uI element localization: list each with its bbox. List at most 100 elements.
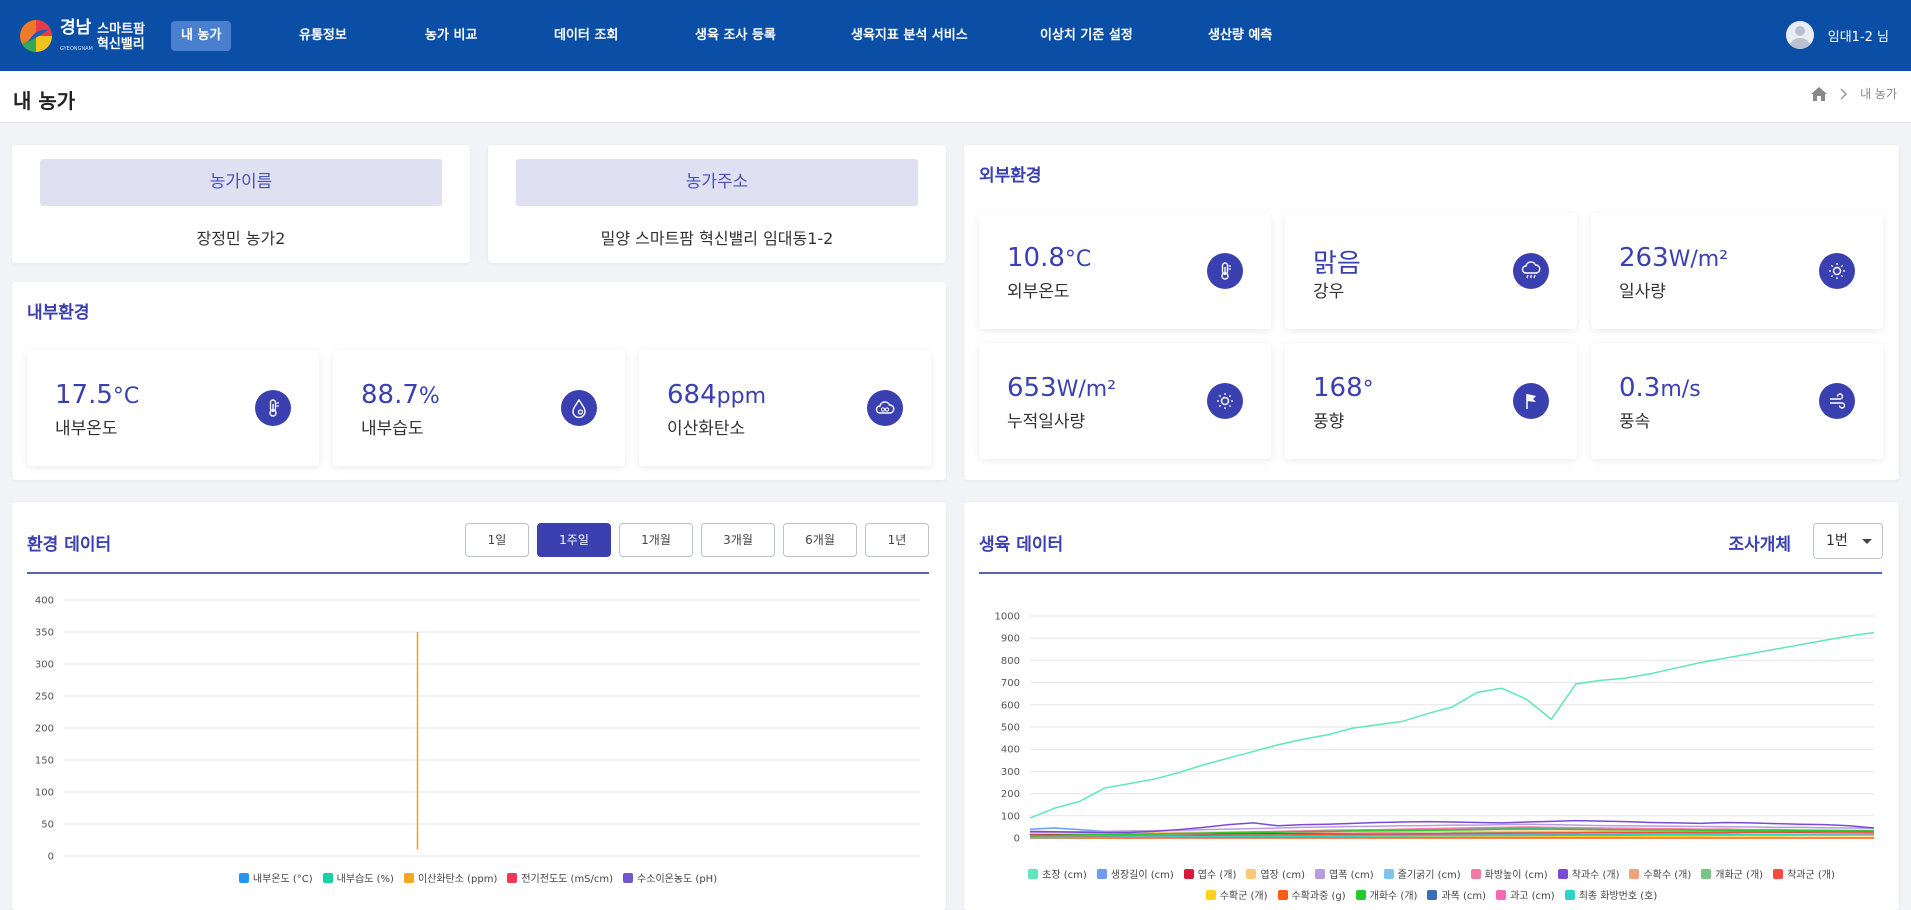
stat-label: 이산화탄소	[667, 419, 746, 439]
user-name[interactable]: 임대1-2 님	[1828, 26, 1889, 45]
y-tick-label: 900	[1001, 634, 1020, 645]
growth-chart-legend: 초장 (cm) 생장길이 (cm) 엽수 (개) 엽장 (cm) 엽폭 (cm) 줄기굵기…	[1004, 866, 1859, 902]
legend-item[interactable]: 수소이온농도 (pH)	[623, 870, 717, 885]
growth-chart-panel: 생육 데이터 조사개체 1번 0 100 200 300 400 500 600 700 800…	[964, 502, 1899, 910]
legend-swatch	[1496, 889, 1507, 900]
stat-value: 168°	[1313, 373, 1374, 403]
stat-label: 일사량	[1619, 282, 1666, 302]
brand-line1: 경남	[60, 18, 92, 38]
legend-item[interactable]: 최종 화방번호 (호)	[1564, 887, 1657, 902]
legend-swatch	[1427, 889, 1438, 900]
wind-flag-icon	[1513, 383, 1549, 419]
stat-value: 10.8°C	[1007, 243, 1092, 273]
legend-item[interactable]: 줄기굵기 (cm)	[1383, 866, 1461, 881]
nav-my-farm[interactable]: 내 농가	[171, 21, 232, 51]
brand-emblem-icon	[20, 20, 52, 53]
nav-outlier-settings[interactable]: 이상치 기준 설정	[1030, 21, 1143, 51]
legend-item[interactable]: 전기전도도 (mS/cm)	[507, 870, 613, 885]
avatar[interactable]	[1785, 21, 1814, 49]
nav-yield-forecast[interactable]: 생산량 예측	[1198, 21, 1282, 51]
legend-label: 수확군 (개)	[1219, 891, 1268, 902]
sun-icon	[1819, 253, 1855, 289]
range-1week-button[interactable]: 1주일	[537, 523, 611, 557]
thermometer-icon	[1207, 253, 1243, 289]
internal-environment-panel: 내부환경 17.5°C 내부온도 88.7% 내부습도 684ppm 이산화탄소	[12, 282, 946, 480]
rain-cloud-icon	[1513, 253, 1549, 289]
legend-item[interactable]: 개화군 (개)	[1701, 866, 1763, 881]
stat-external-temp: 10.8°C 외부온도	[979, 213, 1271, 329]
legend-item[interactable]: 엽수 (개)	[1183, 866, 1236, 881]
legend-label: 생장길이 (cm)	[1110, 870, 1174, 881]
stat-value: 0.3m/s	[1619, 373, 1701, 403]
brand-text: 경남 스마트팜 GYEONGNAM 혁신밸리	[60, 18, 146, 53]
legend-item[interactable]: 개화수 (개)	[1355, 887, 1417, 902]
cloud-co2-icon	[867, 390, 903, 426]
subject-select[interactable]: 1번	[1813, 523, 1883, 559]
humidity-drop-icon	[561, 390, 597, 426]
farm-name-card: 농가이름 장정민 농가2	[12, 145, 470, 263]
legend-swatch	[238, 872, 249, 883]
legend-label: 화방높이 (cm)	[1484, 870, 1548, 881]
range-3month-button[interactable]: 3개월	[701, 523, 775, 557]
legend-swatch	[1096, 868, 1107, 879]
range-6month-button[interactable]: 6개월	[783, 523, 857, 557]
y-tick-label: 100	[1001, 811, 1020, 822]
legend-item[interactable]: 초장 (cm)	[1028, 866, 1087, 881]
legend-item[interactable]: 과폭 (cm)	[1427, 887, 1486, 902]
legend-item[interactable]: 화방높이 (cm)	[1470, 866, 1548, 881]
y-tick-label: 200	[35, 724, 54, 735]
legend-label: 수확과중 (g)	[1291, 891, 1346, 902]
legend-item[interactable]: 수확군 (개)	[1205, 887, 1268, 902]
y-tick-label: 300	[35, 660, 54, 671]
legend-item[interactable]: 생장길이 (cm)	[1096, 866, 1174, 881]
internal-environment-title: 내부환경	[27, 303, 90, 323]
legend-label: 수확수 (개)	[1643, 870, 1692, 881]
legend-label: 이산화탄소 (ppm)	[417, 874, 498, 885]
chevron-right-icon	[1840, 87, 1848, 100]
legend-label: 개화군 (개)	[1715, 870, 1764, 881]
y-tick-label: 300	[1001, 767, 1020, 778]
range-1month-button[interactable]: 1개월	[619, 523, 693, 557]
stat-co2: 684ppm 이산화탄소	[639, 350, 931, 466]
stat-label: 풍향	[1313, 412, 1345, 432]
legend-item[interactable]: 착과수 (개)	[1557, 866, 1619, 881]
legend-label: 내부습도 (%)	[336, 874, 394, 885]
legend-item[interactable]: 내부온도 (°C)	[238, 870, 313, 885]
legend-swatch	[1205, 889, 1216, 900]
range-1day-button[interactable]: 1일	[465, 523, 529, 557]
nav-farm-compare[interactable]: 농가 비교	[415, 21, 487, 51]
stat-internal-temp: 17.5°C 내부온도	[27, 350, 319, 466]
legend-item[interactable]: 내부습도 (%)	[322, 870, 394, 885]
legend-item[interactable]: 엽장 (cm)	[1246, 866, 1305, 881]
range-1year-button[interactable]: 1년	[865, 523, 929, 557]
legend-item[interactable]: 수확수 (개)	[1629, 866, 1691, 881]
legend-item[interactable]: 과고 (cm)	[1496, 887, 1555, 902]
nav-growth-survey-register[interactable]: 생육 조사 등록	[685, 21, 786, 51]
legend-label: 내부온도 (°C)	[252, 874, 313, 885]
home-icon[interactable]	[1810, 86, 1828, 102]
legend-item[interactable]: 수확과중 (g)	[1277, 887, 1346, 902]
legend-swatch	[1383, 868, 1394, 879]
legend-item[interactable]: 착과군 (개)	[1773, 866, 1835, 881]
nav-data-query[interactable]: 데이터 조회	[544, 21, 628, 51]
legend-swatch	[1183, 868, 1194, 879]
nav-distribution-info[interactable]: 유통정보	[289, 21, 357, 51]
legend-swatch	[1701, 868, 1712, 879]
legend-swatch	[1315, 868, 1325, 879]
legend-label: 수소이온농도 (pH)	[637, 874, 718, 885]
y-tick-label: 250	[35, 692, 54, 703]
stat-internal-humidity: 88.7% 내부습도	[333, 350, 625, 466]
brand-logo[interactable]: 경남 스마트팜 GYEONGNAM 혁신밸리	[18, 18, 145, 54]
legend-swatch	[403, 872, 414, 883]
nav-growth-analysis-service[interactable]: 생육지표 분석 서비스	[841, 21, 978, 51]
brand-line2: 스마트팜	[97, 22, 146, 37]
stat-value: 맑음	[1313, 249, 1361, 279]
legend-item[interactable]: 이산화탄소 (ppm)	[403, 870, 498, 885]
growth-line-chart[interactable]: 0 100 200 300 400 500 600 700 800 900 1000	[964, 592, 1899, 852]
breadcrumb: 내 농가	[1810, 85, 1897, 102]
environment-line-chart[interactable]: 0 50 100 150 200 250 300 350 400	[12, 582, 946, 882]
user-menu[interactable]: 임대1-2 님	[1785, 21, 1889, 49]
legend-item[interactable]: 엽폭 (cm)	[1315, 866, 1374, 881]
legend-swatch	[1277, 889, 1288, 900]
legend-swatch	[1355, 889, 1366, 900]
